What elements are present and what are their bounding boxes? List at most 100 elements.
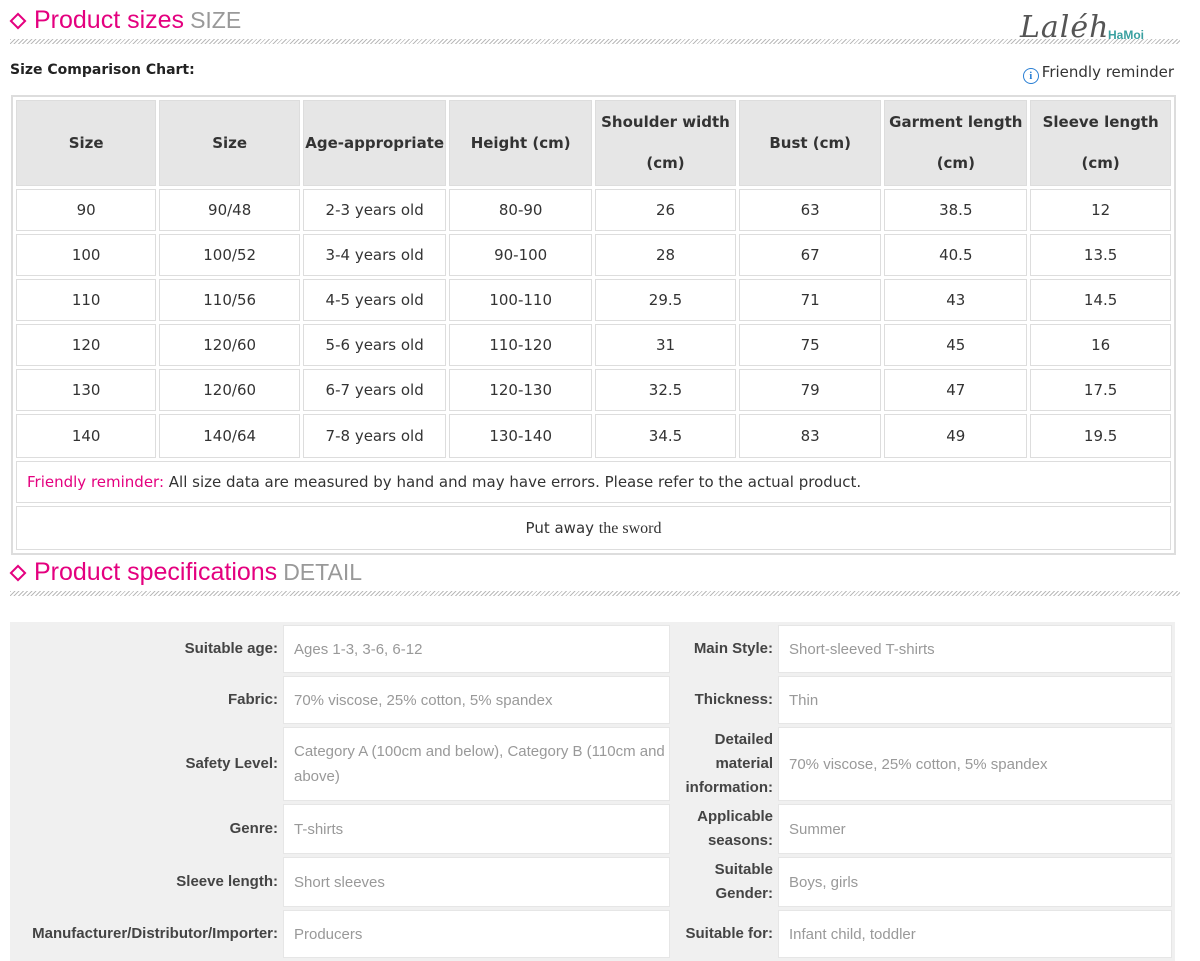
diamond-bullet-icon	[9, 12, 27, 30]
table-cell: 38.5	[884, 189, 1028, 231]
size-note: Friendly reminder: All size data are mea…	[16, 461, 1171, 503]
column-header: Bust (cm)	[738, 100, 882, 186]
table-cell: 71	[738, 279, 882, 321]
spec-key: Thickness:	[694, 691, 773, 708]
column-header: Sleeve length (cm)	[1030, 100, 1171, 186]
table-cell: 6-7 years old	[302, 369, 447, 411]
logo-script: Laléh	[1020, 10, 1110, 45]
column-header: Garment length (cm)	[884, 100, 1028, 186]
table-cell: 45	[884, 324, 1028, 366]
size-section-header: Product sizes SIZE	[9, 6, 1190, 44]
note-label: Friendly reminder:	[27, 473, 164, 491]
spec-value: Ages 1-3, 3-6, 6-12	[283, 625, 670, 673]
table-row: 110 110/56 4-5 years old 100-110 29.5 71…	[16, 279, 1171, 321]
friendly-reminder-link[interactable]: i Friendly reminder	[1022, 63, 1174, 84]
logo-brand: HaMoi	[1108, 28, 1144, 42]
spec-value: Producers	[283, 910, 670, 958]
table-cell: 43	[884, 279, 1028, 321]
spec-value: T-shirts	[283, 804, 670, 854]
spec-key: Main Style:	[693, 640, 773, 657]
table-cell: 12	[1030, 189, 1171, 231]
table-cell: 4-5 years old	[302, 279, 447, 321]
section-title: Product specifications DETAIL	[34, 558, 363, 586]
table-cell: 110	[16, 279, 157, 321]
spec-value: 70% viscose, 25% cotton, 5% spandex	[283, 676, 670, 724]
put-away-text: Put away the sword	[16, 506, 1171, 550]
column-header: Shoulder width (cm)	[594, 100, 736, 186]
spec-key: Detailed material information:	[685, 731, 774, 796]
table-cell: 120/60	[159, 324, 300, 366]
section-divider	[10, 39, 1180, 44]
spec-row: Safety Level: Category A (100cm and belo…	[13, 727, 1172, 801]
spec-key: Safety Level:	[185, 755, 278, 772]
spec-key: Applicable seasons:	[697, 808, 773, 849]
table-cell: 34.5	[594, 414, 736, 458]
spec-key: Manufacturer/Distributor/Importer:	[32, 925, 278, 942]
spec-key: Suitable age:	[184, 640, 278, 657]
table-cell: 14.5	[1030, 279, 1171, 321]
table-cell: 90/48	[159, 189, 300, 231]
diamond-bullet-icon	[9, 564, 27, 582]
spec-value: Infant child, toddler	[778, 910, 1172, 958]
table-cell: 67	[738, 234, 882, 276]
table-cell: 100/52	[159, 234, 300, 276]
table-cell: 2-3 years old	[302, 189, 447, 231]
spec-key: Suitable for:	[685, 925, 773, 942]
spec-value: Short-sleeved T-shirts	[778, 625, 1172, 673]
column-header: Size	[159, 100, 300, 186]
column-header: Height (cm)	[449, 100, 592, 186]
table-cell: 83	[738, 414, 882, 458]
spec-value: 70% viscose, 25% cotton, 5% spandex	[778, 727, 1172, 801]
table-row: 90 90/48 2-3 years old 80-90 26 63 38.5 …	[16, 189, 1171, 231]
table-cell: 79	[738, 369, 882, 411]
table-cell: 90-100	[449, 234, 592, 276]
table-cell: 28	[594, 234, 736, 276]
spec-row: Suitable age: Ages 1-3, 3-6, 6-12 Main S…	[13, 625, 1172, 673]
spec-key: Suitable Gender:	[714, 861, 773, 902]
table-header-row: Size Size Age-appropriate Height (cm) Sh…	[16, 100, 1171, 186]
column-header: Age-appropriate	[302, 100, 447, 186]
table-row: 140 140/64 7-8 years old 130-140 34.5 83…	[16, 414, 1171, 458]
table-cell: 130-140	[449, 414, 592, 458]
section-title-en: SIZE	[190, 7, 242, 33]
table-cell: 100	[16, 234, 157, 276]
table-cell: 29.5	[594, 279, 736, 321]
table-cell: 75	[738, 324, 882, 366]
section-divider	[10, 591, 1180, 596]
table-cell: 17.5	[1030, 369, 1171, 411]
table-cell: 120-130	[449, 369, 592, 411]
table-cell: 40.5	[884, 234, 1028, 276]
brand-logo: Laléh HaMoi	[1020, 10, 1180, 50]
spec-value: Category A (100cm and below), Category B…	[283, 727, 670, 801]
detail-section-header: Product specifications DETAIL	[9, 558, 1190, 596]
spec-value: Summer	[778, 804, 1172, 854]
table-cell: 130	[16, 369, 157, 411]
table-cell: 5-6 years old	[302, 324, 447, 366]
table-cell: 110-120	[449, 324, 592, 366]
table-cell: 19.5	[1030, 414, 1171, 458]
spec-key: Sleeve length:	[176, 873, 278, 890]
chart-label: Size Comparison Chart:	[10, 62, 195, 78]
table-cell: 120/60	[159, 369, 300, 411]
spec-key: Fabric:	[227, 691, 278, 708]
table-cell: 110/56	[159, 279, 300, 321]
table-cell: 32.5	[594, 369, 736, 411]
spec-key: Genre:	[229, 820, 278, 837]
spec-value: Boys, girls	[778, 857, 1172, 907]
column-header: Size	[16, 100, 157, 186]
table-cell: 7-8 years old	[302, 414, 447, 458]
table-cell: 26	[594, 189, 736, 231]
product-spec-table: Suitable age: Ages 1-3, 3-6, 6-12 Main S…	[10, 622, 1175, 961]
note-text: All size data are measured by hand and m…	[164, 473, 862, 491]
spec-value: Thin	[778, 676, 1172, 724]
table-cell: 13.5	[1030, 234, 1171, 276]
table-row: 120 120/60 5-6 years old 110-120 31 75 4…	[16, 324, 1171, 366]
table-cell: 31	[594, 324, 736, 366]
spec-row: Genre: T-shirts Applicable seasons: Summ…	[13, 804, 1172, 854]
section-title: Product sizes SIZE	[34, 6, 242, 34]
info-icon: i	[1022, 68, 1039, 84]
table-cell: 140	[16, 414, 157, 458]
table-row: 130 120/60 6-7 years old 120-130 32.5 79…	[16, 369, 1171, 411]
table-cell: 3-4 years old	[302, 234, 447, 276]
section-title-en: DETAIL	[283, 559, 363, 585]
